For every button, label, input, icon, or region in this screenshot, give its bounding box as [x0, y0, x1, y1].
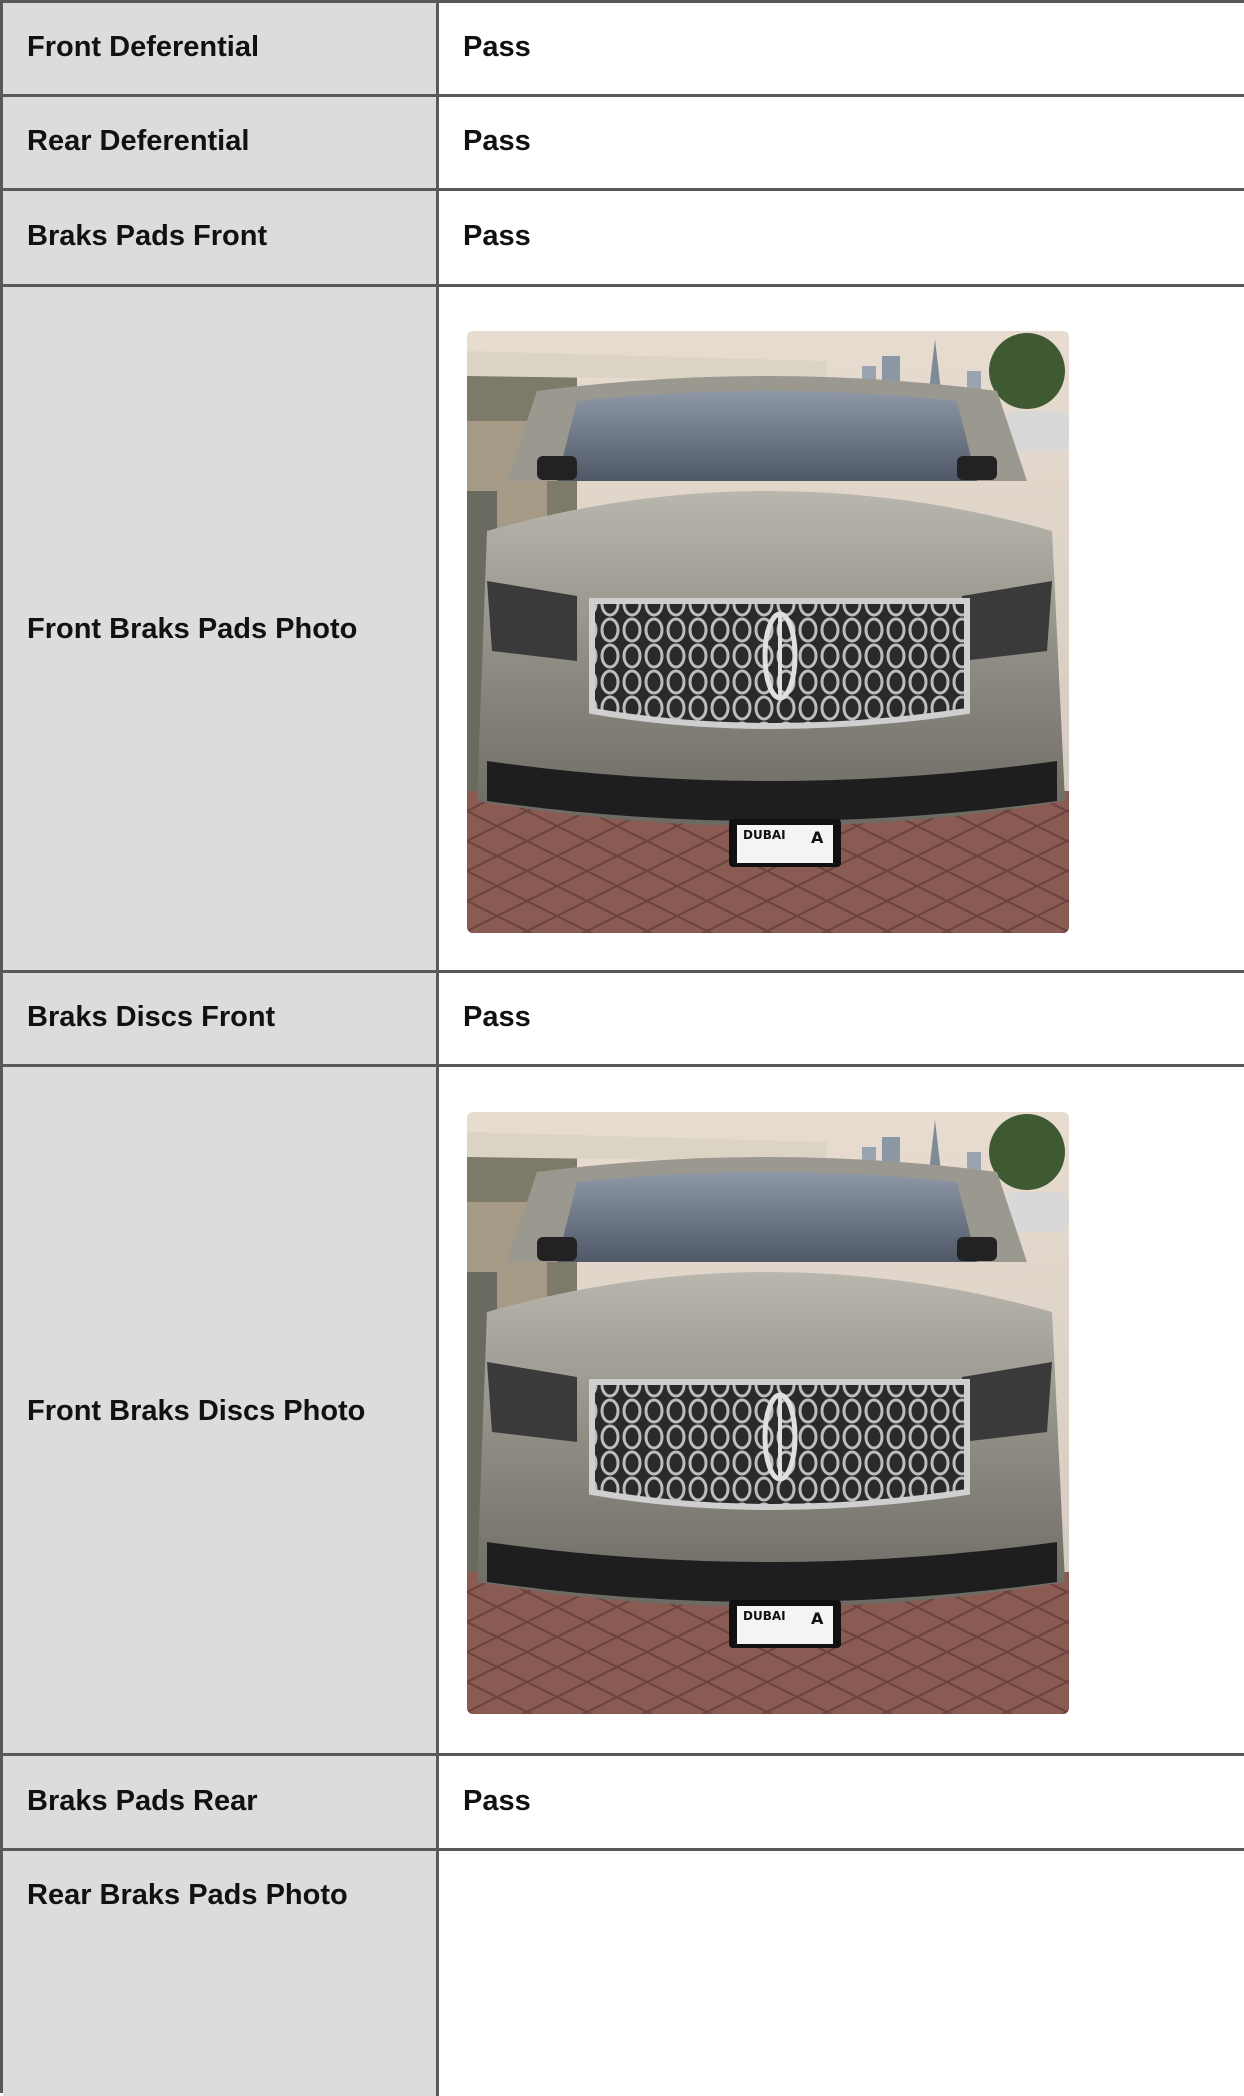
- row-label: Rear Braks Pads Photo: [27, 1879, 348, 1911]
- row-label: Braks Pads Front: [27, 220, 268, 252]
- svg-text:A: A: [811, 1609, 824, 1628]
- table-row: Rear Deferential Pass: [3, 97, 1244, 191]
- row-label-cell: Braks Pads Front: [3, 191, 439, 284]
- row-value: Pass: [463, 1001, 531, 1033]
- row-value-cell: Pass: [439, 1756, 1244, 1848]
- table-row: Braks Pads Front Pass: [3, 191, 1244, 287]
- row-label-cell: Front Deferential: [3, 3, 439, 94]
- svg-text:DUBAI: DUBAI: [743, 1609, 786, 1623]
- row-value-cell: Pass: [439, 97, 1244, 188]
- inspection-table: Front Deferential Pass Rear Deferential …: [0, 0, 1244, 2096]
- row-value-cell: [439, 1851, 1244, 2096]
- row-label-cell: Braks Pads Rear: [3, 1756, 439, 1848]
- table-row: Front Deferential Pass: [3, 3, 1244, 97]
- front-brake-discs-photo[interactable]: DUBAI A: [467, 1112, 1069, 1714]
- row-value-cell: Pass: [439, 191, 1244, 284]
- front-brake-pads-photo[interactable]: DUBAI A: [467, 331, 1069, 933]
- row-value: Pass: [463, 31, 531, 63]
- row-label: Braks Discs Front: [27, 1001, 276, 1033]
- row-label: Braks Pads Rear: [27, 1785, 258, 1817]
- row-label: Rear Deferential: [27, 125, 250, 157]
- table-row: Braks Discs Front Pass: [3, 973, 1244, 1067]
- row-value: Pass: [463, 220, 531, 252]
- row-label-cell: Rear Deferential: [3, 97, 439, 188]
- table-row: Front Braks Pads Photo DUBAI A: [3, 287, 1244, 973]
- row-label-cell: Rear Braks Pads Photo: [3, 1851, 439, 2096]
- row-label-cell: Front Braks Discs Photo: [3, 1067, 439, 1753]
- row-value-cell: Pass: [439, 973, 1244, 1064]
- table-row: Braks Pads Rear Pass: [3, 1756, 1244, 1851]
- table-row: Rear Braks Pads Photo: [3, 1851, 1244, 2096]
- suv-front-image: DUBAI A: [467, 1112, 1069, 1714]
- row-label: Front Braks Pads Photo: [27, 613, 358, 645]
- svg-text:DUBAI: DUBAI: [743, 828, 786, 842]
- row-label: Front Braks Discs Photo: [27, 1395, 366, 1427]
- suv-front-image: DUBAI A: [467, 331, 1069, 933]
- row-label: Front Deferential: [27, 31, 260, 63]
- svg-text:A: A: [811, 828, 824, 847]
- row-value: Pass: [463, 1785, 531, 1817]
- row-value-cell: Pass: [439, 3, 1244, 94]
- row-value: Pass: [463, 125, 531, 157]
- row-label-cell: Braks Discs Front: [3, 973, 439, 1064]
- table-row: Front Braks Discs Photo DUBAI A: [3, 1067, 1244, 1756]
- row-label-cell: Front Braks Pads Photo: [3, 287, 439, 970]
